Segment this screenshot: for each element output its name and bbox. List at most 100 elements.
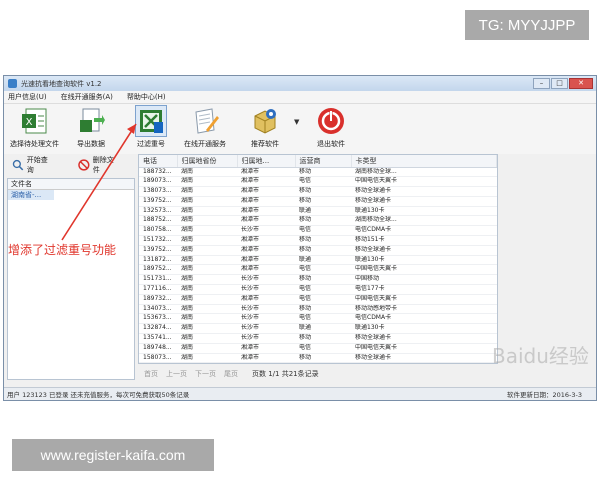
recommend-dropdown-chevron-icon[interactable]: ▼ xyxy=(294,118,299,126)
table-row[interactable]: 132874... 湖南 长沙市 联通 联通130卡 xyxy=(139,323,497,335)
table-row[interactable]: 189748... 湖南 湘潭市 电信 中国电信天翼卡 xyxy=(139,343,497,354)
column-header[interactable]: 运营商 xyxy=(295,155,352,168)
table-cell: 电信 xyxy=(295,343,351,354)
pager-prev[interactable]: 上一页 xyxy=(166,369,187,379)
table-cell: 移动全球通卡 xyxy=(351,186,497,197)
filter-icon xyxy=(135,105,167,137)
close-button[interactable]: ✕ xyxy=(569,78,593,89)
table-cell: 长沙市 xyxy=(237,304,295,315)
recommend-software-label: 推荐软件 xyxy=(251,140,279,148)
column-header[interactable]: 电话 xyxy=(139,155,178,168)
table-cell: 湘潭市 xyxy=(237,176,295,188)
table-cell: 189073... xyxy=(139,176,177,188)
title-bar: 光速抗看地查询软件 v1.2 – □ ✕ xyxy=(4,76,596,91)
table-row[interactable]: 151731... 湖南 长沙市 移动 中国移动 xyxy=(139,274,497,286)
table-row[interactable]: 180758... 湖南 长沙市 电信 电信CDMA卡 xyxy=(139,225,497,237)
table-row[interactable]: 158073... 湖南 湘潭市 移动 移动全球通卡 xyxy=(139,353,497,363)
table-cell: 139752... xyxy=(139,245,177,256)
table-row[interactable]: 189732... 湖南 湘潭市 电信 中国电信天翼卡 xyxy=(139,294,497,305)
table-row[interactable]: 177116... 湖南 长沙市 电信 电信177卡 xyxy=(139,284,497,295)
export-data-button[interactable]: 导出数据 xyxy=(76,106,106,149)
table-cell: 联通130卡 xyxy=(351,323,497,335)
table-row[interactable]: 138073... 湖南 湘潭市 移动 移动全球通卡 xyxy=(139,186,497,197)
table-cell: 中国电信天翼卡 xyxy=(351,176,497,188)
table-cell: 湖南 xyxy=(177,333,237,344)
table-cell: 移动151卡 xyxy=(351,235,497,246)
minimize-button[interactable]: – xyxy=(533,78,550,89)
file-list-item[interactable]: 湖南省-... xyxy=(8,190,54,200)
maximize-button[interactable]: □ xyxy=(551,78,568,89)
table-cell: 移动 xyxy=(295,353,351,363)
table-cell: 移动 xyxy=(295,196,351,207)
menu-bar: 用户信息(U) 在线开通服务(A) 帮助中心(H) xyxy=(4,91,596,104)
table-cell: 长沙市 xyxy=(237,225,295,237)
table-cell: 湘潭市 xyxy=(237,235,295,246)
menu-online-service[interactable]: 在线开通服务(A) xyxy=(61,92,113,102)
table-cell: 联通 xyxy=(295,255,351,266)
table-cell: 189752... xyxy=(139,264,177,276)
table-cell: 湘潭市 xyxy=(237,264,295,276)
table-cell: 132573... xyxy=(139,206,177,217)
table-row[interactable]: 188732... 湖南 湘潭市 移动 湖南移动全球... xyxy=(139,167,497,178)
toolbar: X 选择待处理文件 导出数据 过滤重号 在线开通服务 推荐软件 ▼ 退出软件 xyxy=(4,104,596,154)
start-query-button[interactable]: 开始查询 xyxy=(12,155,54,175)
table-cell: 湖南 xyxy=(177,353,237,363)
table-cell: 电信 xyxy=(295,264,351,276)
table-cell: 湘潭市 xyxy=(237,206,295,217)
delete-file-label: 删除文件 xyxy=(92,156,114,174)
table-row[interactable]: 139752... 湖南 湘潭市 移动 移动全球通卡 xyxy=(139,196,497,207)
pager-next[interactable]: 下一页 xyxy=(195,369,216,379)
table-row[interactable]: 151732... 湖南 湘潭市 移动 移动151卡 xyxy=(139,235,497,246)
table-row[interactable]: 189073... 湖南 湘潭市 电信 中国电信天翼卡 xyxy=(139,176,497,188)
exit-software-button[interactable]: 退出软件 xyxy=(316,106,346,149)
column-header[interactable]: 归属地省份 xyxy=(177,155,238,168)
table-cell: 湖南 xyxy=(177,245,237,256)
svg-text:X: X xyxy=(25,117,32,128)
table-row[interactable]: 153673... 湖南 长沙市 电信 电信CDMA卡 xyxy=(139,313,497,325)
table-row[interactable]: 135741... 湖南 长沙市 移动 移动全球通卡 xyxy=(139,333,497,344)
select-file-button[interactable]: X 选择待处理文件 xyxy=(10,106,59,149)
column-header[interactable]: 归属地... xyxy=(237,155,296,168)
table-cell: 长沙市 xyxy=(237,313,295,325)
filter-duplicates-label: 过滤重号 xyxy=(137,140,165,148)
table-row[interactable]: 139752... 湖南 湘潭市 移动 移动全球通卡 xyxy=(139,245,497,256)
table-cell: 电信 xyxy=(295,294,351,305)
delete-file-button[interactable]: 删除文件 xyxy=(78,155,120,175)
annotation-text: 增添了过滤重号功能 xyxy=(8,243,117,257)
file-list-header: 文件名 xyxy=(8,179,134,190)
table-cell: 湖南 xyxy=(177,323,237,335)
table-cell: 湘潭市 xyxy=(237,186,295,197)
table-cell: 湖南 xyxy=(177,206,237,217)
menu-help[interactable]: 帮助中心(H) xyxy=(127,92,166,102)
table-cell: 158073... xyxy=(139,353,177,363)
window-controls: – □ ✕ xyxy=(533,78,593,89)
recommend-software-button[interactable]: 推荐软件 xyxy=(250,106,280,149)
column-header[interactable]: 卡类型 xyxy=(351,155,497,168)
table-cell: 湖南 xyxy=(177,167,237,178)
table-cell: 湖南 xyxy=(177,235,237,246)
table-cell: 移动 xyxy=(295,215,351,227)
table-row[interactable]: 189752... 湖南 湘潭市 电信 中国电信天翼卡 xyxy=(139,264,497,276)
table-cell: 移动全球通卡 xyxy=(351,333,497,344)
table-row[interactable]: 131872... 湖南 湘潭市 联通 联通130卡 xyxy=(139,255,497,266)
pager-first[interactable]: 首页 xyxy=(144,369,158,379)
table-cell: 139752... xyxy=(139,196,177,207)
table-cell: 180758... xyxy=(139,225,177,237)
table-cell: 湖南 xyxy=(177,284,237,295)
table-cell: 湘潭市 xyxy=(237,343,295,354)
baidu-watermark: Baidu经验 xyxy=(492,344,589,368)
table-cell: 移动 xyxy=(295,245,351,256)
table-cell: 中国电信天翼卡 xyxy=(351,264,497,276)
table-cell: 中国移动 xyxy=(351,274,497,286)
table-row[interactable]: 132573... 湖南 湘潭市 联通 联通130卡 xyxy=(139,206,497,217)
table-cell: 电信CDMA卡 xyxy=(351,313,497,325)
table-cell: 湖南 xyxy=(177,176,237,188)
table-cell: 电信 xyxy=(295,176,351,188)
table-row[interactable]: 134073... 湖南 长沙市 移动 移动动感地带卡 xyxy=(139,304,497,315)
menu-user-info[interactable]: 用户信息(U) xyxy=(8,92,47,102)
table-row[interactable]: 188752... 湖南 湘潭市 移动 湖南移动全球... xyxy=(139,215,497,227)
filter-duplicates-button[interactable]: 过滤重号 xyxy=(135,105,167,149)
pager-last[interactable]: 尾页 xyxy=(224,369,238,379)
table-cell: 移动 xyxy=(295,304,351,315)
online-service-button[interactable]: 在线开通服务 xyxy=(184,106,226,149)
